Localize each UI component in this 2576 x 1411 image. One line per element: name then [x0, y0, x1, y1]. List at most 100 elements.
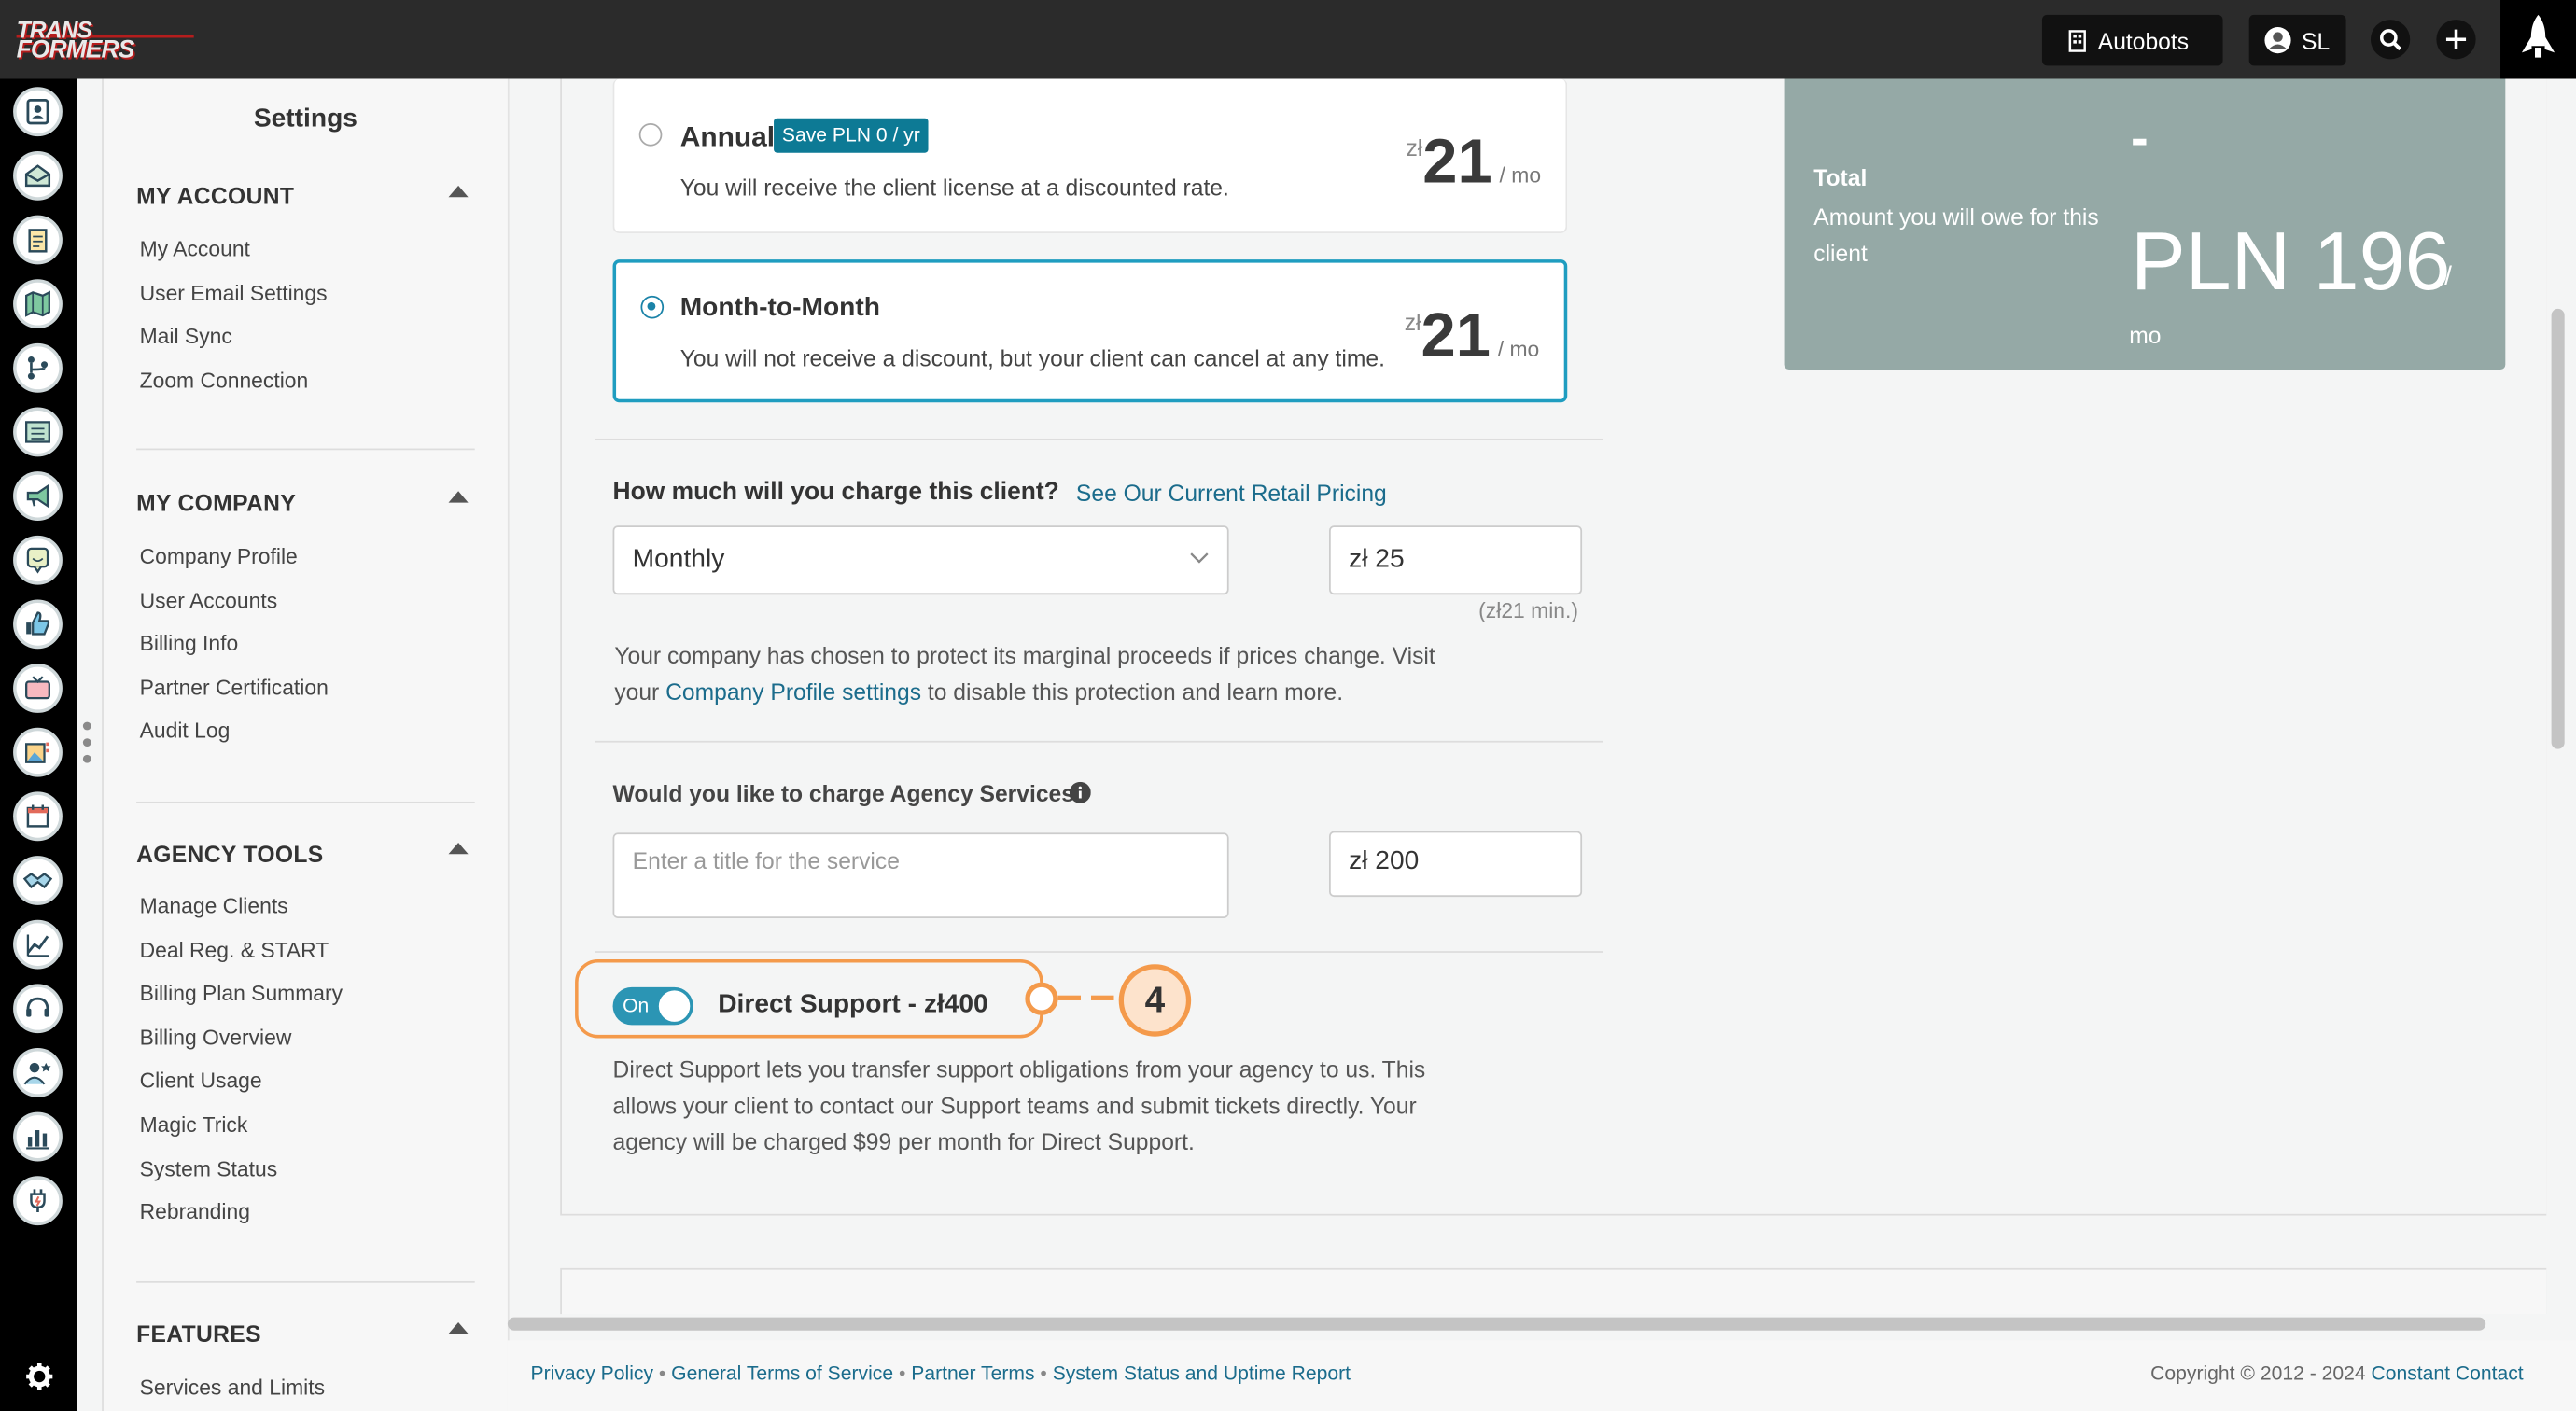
headset-icon: [26, 997, 49, 1017]
footer-links: Privacy Policy • General Terms of Servic…: [531, 1362, 1351, 1385]
account-switcher-button[interactable]: Autobots: [2041, 14, 2223, 66]
annual-plan-option[interactable]: Annual Save PLN 0 / yr You will receive …: [612, 78, 1568, 233]
list-icon: [25, 421, 50, 443]
retail-pricing-link[interactable]: See Our Current Retail Pricing: [1076, 480, 1387, 506]
nav-link-services-and-limits[interactable]: Services and Limits: [140, 1375, 325, 1399]
company-profile-settings-link[interactable]: Company Profile settings: [665, 678, 921, 705]
rail-partners[interactable]: [13, 856, 63, 905]
horizontal-scrollbar[interactable]: [507, 1317, 2486, 1331]
nav-link-client-usage[interactable]: Client Usage: [140, 1068, 262, 1092]
nav-divider: [136, 801, 475, 803]
collapse-caret-icon[interactable]: [448, 1321, 469, 1334]
brand-logo[interactable]: TRANS FORMERS: [16, 17, 194, 64]
rail-flow[interactable]: [13, 342, 63, 393]
vertical-scrollbar[interactable]: [2551, 308, 2565, 749]
email-icon: [24, 164, 51, 188]
gear-icon[interactable]: [23, 1360, 56, 1392]
nav-link-audit-log[interactable]: Audit Log: [140, 718, 231, 742]
rail-video[interactable]: [13, 664, 63, 713]
annual-title: Annual: [679, 121, 776, 153]
plug-icon: [30, 1189, 46, 1213]
nav-link-zoom-connection[interactable]: Zoom Connection: [140, 368, 309, 392]
nav-link-my-account[interactable]: My Account: [140, 236, 250, 260]
rail-images[interactable]: [13, 727, 63, 777]
direct-support-toggle[interactable]: On: [612, 986, 693, 1026]
collapse-caret-icon[interactable]: [448, 842, 469, 855]
rail-reviews[interactable]: [13, 599, 63, 650]
agency-service-title-input[interactable]: Enter a title for the service: [612, 832, 1229, 918]
footer-copyright: Copyright © 2012 - 2024 Constant Contact: [2150, 1362, 2524, 1385]
create-button[interactable]: [2436, 20, 2476, 60]
rail-list[interactable]: [13, 407, 63, 457]
rail-integrations[interactable]: [13, 1176, 63, 1226]
rail-map[interactable]: [13, 279, 63, 329]
total-per-slash: /: [2444, 262, 2453, 291]
footer-separator: •: [898, 1362, 906, 1385]
rail-reports[interactable]: [13, 1111, 63, 1162]
collapse-caret-icon[interactable]: [448, 185, 469, 198]
nav-link-manage-clients[interactable]: Manage Clients: [140, 894, 288, 918]
toggle-state-label: On: [623, 993, 650, 1017]
month-to-month-radio[interactable]: [640, 295, 665, 319]
account-name: Autobots: [2097, 27, 2190, 54]
user-menu-button[interactable]: SL: [2248, 14, 2346, 66]
rail-chat[interactable]: [13, 535, 63, 585]
nav-link-deal-reg[interactable]: Deal Reg. & START: [140, 938, 329, 962]
constant-contact-link[interactable]: Constant Contact: [2371, 1362, 2523, 1385]
nav-link-system-status[interactable]: System Status: [140, 1156, 278, 1180]
toggle-knob: [658, 990, 691, 1022]
settings-title: Settings: [253, 105, 357, 133]
footer-link-privacy-policy[interactable]: Privacy Policy: [531, 1362, 653, 1385]
nav-divider: [136, 1280, 475, 1283]
nav-link-user-accounts[interactable]: User Accounts: [140, 588, 278, 612]
footer-link-partner-terms[interactable]: Partner Terms: [911, 1362, 1034, 1385]
nav-section-agency-tools[interactable]: AGENCY TOOLS: [136, 841, 323, 867]
rail-support[interactable]: [13, 984, 63, 1034]
agency-service-amount-input[interactable]: zł 200: [1329, 831, 1583, 898]
rail-contacts[interactable]: [13, 87, 63, 137]
nav-link-billing-plan-summary[interactable]: Billing Plan Summary: [140, 981, 343, 1005]
charge-frequency-value: Monthly: [632, 545, 725, 574]
month-to-month-plan-option[interactable]: Month-to-Month You will not receive a di…: [612, 259, 1568, 403]
nav-link-user-email-settings[interactable]: User Email Settings: [140, 281, 328, 305]
callout-connector-line: [1057, 995, 1121, 1000]
nav-section-my-company[interactable]: MY COMPANY: [136, 490, 296, 516]
resize-handle-icon[interactable]: [82, 719, 92, 769]
rail-clipboard[interactable]: [13, 215, 63, 265]
trend-icon: [26, 934, 49, 957]
nav-link-rebranding[interactable]: Rebranding: [140, 1199, 250, 1223]
calendar-icon: [26, 804, 49, 828]
info-icon[interactable]: [1069, 781, 1091, 803]
rail-users[interactable]: [13, 1048, 63, 1097]
nav-section-features[interactable]: FEATURES: [136, 1320, 261, 1347]
charge-amount-input[interactable]: zł 25: [1329, 525, 1583, 595]
callout-connector-dot: [1025, 982, 1058, 1015]
launch-button[interactable]: [2500, 0, 2576, 79]
footer-separator: •: [1040, 1362, 1047, 1385]
rail-calendar[interactable]: [13, 791, 63, 842]
nav-link-partner-certification[interactable]: Partner Certification: [140, 675, 329, 699]
rail-email[interactable]: [13, 150, 63, 201]
annual-radio[interactable]: [638, 123, 663, 147]
search-button[interactable]: [2370, 20, 2411, 60]
nav-link-billing-overview[interactable]: Billing Overview: [140, 1025, 292, 1049]
nav-section-my-account[interactable]: MY ACCOUNT: [136, 182, 294, 208]
footer-link-general-terms[interactable]: General Terms of Service: [671, 1362, 893, 1385]
footer-link-system-status[interactable]: System Status and Uptime Report: [1053, 1362, 1351, 1385]
annual-savings-badge: Save PLN 0 / yr: [774, 118, 929, 153]
charge-frequency-select[interactable]: Monthly: [612, 525, 1229, 595]
total-amount: PLN 196: [2130, 215, 2451, 308]
handshake-icon: [22, 872, 53, 889]
nav-link-magic-trick[interactable]: Magic Trick: [140, 1112, 248, 1137]
images-icon: [25, 742, 49, 763]
nav-link-company-profile[interactable]: Company Profile: [140, 544, 298, 568]
rail-analytics[interactable]: [13, 919, 63, 970]
collapse-caret-icon[interactable]: [448, 491, 469, 503]
nav-link-mail-sync[interactable]: Mail Sync: [140, 324, 232, 348]
footer-separator: •: [658, 1362, 666, 1385]
agency-question: Would you like to charge Agency Services…: [612, 780, 1088, 807]
nav-link-billing-info[interactable]: Billing Info: [140, 631, 239, 655]
direct-support-desc: Direct Support lets you transfer support…: [612, 1055, 1426, 1155]
agency-service-title-placeholder: Enter a title for the service: [632, 847, 900, 874]
rail-megaphone[interactable]: [13, 471, 63, 521]
